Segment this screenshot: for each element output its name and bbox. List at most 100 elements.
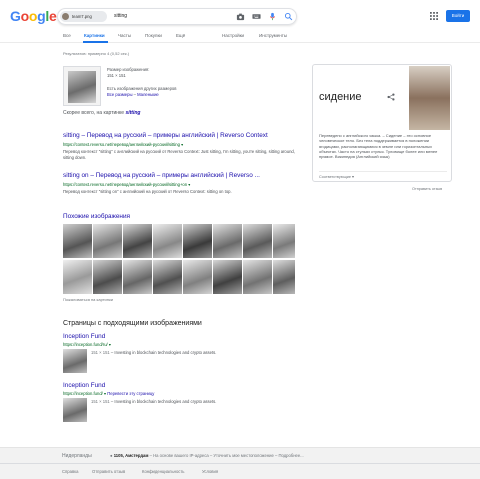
result-snippet: Перевод контекст "sitting" с английский … xyxy=(63,149,295,160)
page-result-title[interactable]: Inception Fund xyxy=(63,382,105,389)
search-box[interactable]: team7.png sitting xyxy=(57,8,297,25)
tab-tools[interactable]: Инструменты xyxy=(259,33,287,38)
footer: Нидерланды ● 1105, Амстердам – На основе… xyxy=(0,447,480,479)
page-result-url-text: https://inception.fund/ xyxy=(63,391,103,396)
page-result-desc: Investing in blockchain technologies and… xyxy=(114,350,217,355)
footer-location: ● 1105, Амстердам – На основе вашего IP-… xyxy=(110,453,304,458)
camera-icon[interactable] xyxy=(236,12,245,21)
similar-image[interactable] xyxy=(183,224,212,258)
other-sizes-text: Есть изображения других размеров xyxy=(107,86,177,91)
similar-image[interactable] xyxy=(93,260,122,294)
footer-help-link[interactable]: Справка xyxy=(62,469,78,474)
page-result-title[interactable]: Inception Fund xyxy=(63,333,105,340)
best-guess: Скорее всего, на картинке sitting xyxy=(63,110,140,116)
similar-image[interactable] xyxy=(123,224,152,258)
matching-pages-heading: Страницы с подходящими изображениями xyxy=(63,320,202,327)
page-result-size: 151 × 151 xyxy=(91,350,110,355)
logo-letter: g xyxy=(37,8,46,24)
page-result-thumbnail[interactable] xyxy=(63,398,87,422)
microphone-icon[interactable] xyxy=(268,12,277,21)
result-url: https://context.reverso.net/перевод/англ… xyxy=(63,182,190,187)
page-result-size: 151 × 151 xyxy=(91,399,110,404)
similar-image[interactable] xyxy=(63,260,92,294)
footer-location-name: 1105, Амстердам xyxy=(113,453,149,458)
tab-more[interactable]: Ещё xyxy=(176,33,185,38)
page-result-url: https://inception.fund/ ▾ Перевести эту … xyxy=(63,391,154,396)
similar-image[interactable] xyxy=(153,224,182,258)
report-images-link[interactable]: Пожаловаться на картинки xyxy=(63,297,113,302)
chevron-down-icon[interactable]: ▾ xyxy=(188,182,190,187)
similar-image[interactable] xyxy=(213,260,242,294)
result-stats: Результатов: примерно 4 (0,52 сек.) xyxy=(63,51,130,56)
page-result-url-text: https://inception.fund/ru/ xyxy=(63,342,108,347)
page-result-url: https://inception.fund/ru/ ▾ xyxy=(63,342,111,347)
knowledge-panel-more[interactable]: Соответствующие ▾ xyxy=(319,174,354,179)
footer-terms-link[interactable]: Условия xyxy=(202,469,218,474)
chevron-down-icon[interactable]: ▾ xyxy=(104,391,106,396)
search-tabs: Все Картинки Часты Покупки Ещё Настройки… xyxy=(0,32,480,43)
active-tab-indicator xyxy=(83,41,108,43)
tab-all[interactable]: Все xyxy=(63,33,71,38)
chevron-down-icon: ▾ xyxy=(352,175,354,179)
divider xyxy=(319,171,447,172)
image-chip[interactable]: team7.png xyxy=(60,11,107,22)
translate-page-link[interactable]: Перевести эту страницу xyxy=(107,391,154,396)
result-url: https://context.reverso.net/перевод/англ… xyxy=(63,142,183,147)
search-icon[interactable] xyxy=(284,12,293,21)
logo-letter: G xyxy=(10,8,21,24)
knowledge-panel-image[interactable] xyxy=(409,66,450,130)
all-sizes-link[interactable]: Все размеры xyxy=(107,92,132,97)
similar-image[interactable] xyxy=(63,224,92,258)
chevron-down-icon[interactable]: ▾ xyxy=(109,342,111,347)
similar-image[interactable] xyxy=(273,260,295,294)
footer-feedback-link[interactable]: Отправить отзыв xyxy=(92,469,125,474)
similar-images-heading[interactable]: Похожие изображения xyxy=(63,213,130,220)
footer-country: Нидерланды xyxy=(62,453,92,459)
logo-letter: o xyxy=(20,8,30,24)
tab-videos[interactable]: Часты xyxy=(118,33,131,38)
similar-image[interactable] xyxy=(243,260,272,294)
image-size-label: Размер изображения: xyxy=(107,67,150,72)
result-url-text: https://context.reverso.net/перевод/англ… xyxy=(63,182,188,187)
page-result-info: 151 × 151 – Investing in blockchain tech… xyxy=(91,350,217,355)
similar-image[interactable] xyxy=(123,260,152,294)
panel-feedback-link[interactable]: Отправить отзыв xyxy=(412,187,442,191)
query-image-thumbnail[interactable] xyxy=(63,66,101,106)
footer-privacy-link[interactable]: Конфиденциальность xyxy=(142,469,184,474)
similar-image[interactable] xyxy=(93,224,122,258)
best-guess-link[interactable]: sitting xyxy=(125,110,140,116)
result-snippet: Перевод контекст "sitting on" с английск… xyxy=(63,189,232,194)
share-icon[interactable] xyxy=(387,93,395,101)
chevron-down-icon[interactable]: ▾ xyxy=(181,142,183,147)
similar-image[interactable] xyxy=(213,224,242,258)
image-chip-thumbnail xyxy=(62,13,69,20)
result-title[interactable]: sitting on – Перевод на русский – пример… xyxy=(63,172,260,179)
footer-location-detail[interactable]: – На основе вашего IP-адреса – Уточнить … xyxy=(150,453,304,458)
knowledge-panel-more-label: Соответствующие xyxy=(319,175,351,179)
tab-settings[interactable]: Настройки xyxy=(222,33,244,38)
image-chip-label: team7.png xyxy=(72,14,92,19)
search-input[interactable]: sitting xyxy=(114,11,127,22)
similar-image[interactable] xyxy=(243,224,272,258)
page-result-desc: Investing in blockchain technologies and… xyxy=(114,399,217,404)
knowledge-panel-description: Переведено с английского языка. – Сидени… xyxy=(319,133,438,160)
result-title[interactable]: sitting – Перевод на русский – примеры а… xyxy=(63,132,268,139)
small-sizes-link[interactable]: Маленькие xyxy=(137,92,159,97)
logo-letter: e xyxy=(48,8,57,24)
result-url-text: https://context.reverso.net/перевод/англ… xyxy=(63,142,180,147)
similar-image[interactable] xyxy=(183,260,212,294)
tab-shopping[interactable]: Покупки xyxy=(145,33,162,38)
image-size-value: 151 × 151 xyxy=(107,73,126,78)
similar-image[interactable] xyxy=(273,224,295,258)
tab-images[interactable]: Картинки xyxy=(84,33,105,38)
keyboard-icon[interactable] xyxy=(252,12,261,21)
similar-image[interactable] xyxy=(153,260,182,294)
logo-letter: o xyxy=(28,8,38,24)
page-result-info: 151 × 151 – Investing in blockchain tech… xyxy=(91,399,217,404)
sign-in-button[interactable]: Войти xyxy=(446,10,470,22)
google-logo[interactable]: Google xyxy=(10,8,57,24)
page-result-thumbnail[interactable] xyxy=(63,349,87,373)
location-dot-icon: ● xyxy=(110,453,113,458)
apps-grid-icon[interactable] xyxy=(430,12,438,20)
knowledge-panel: сидение Переведено с английского языка. … xyxy=(312,64,452,182)
